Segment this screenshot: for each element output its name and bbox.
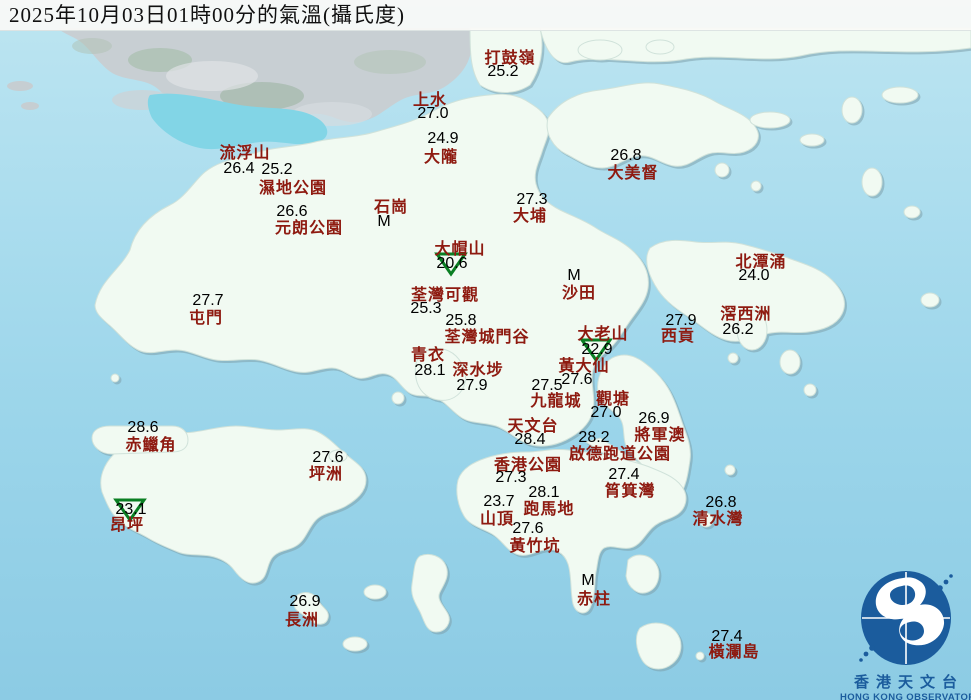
station-temperature: 28.1 — [528, 484, 559, 502]
station-temperature: 28.2 — [578, 429, 609, 447]
station-temperature: 26.9 — [638, 410, 669, 428]
station-labels-layer: 打鼓嶺25.2上水27.0大隴24.9流浮山26.4濕地公園25.2元朗公園26… — [0, 0, 971, 700]
station-temperature: 27.5 — [531, 377, 562, 395]
hko-logo-name-zh: 香港天文台 — [840, 671, 971, 692]
station-temperature: 25.2 — [487, 63, 518, 81]
station-temperature: 26.8 — [610, 147, 641, 165]
station-temperature: 25.2 — [261, 161, 292, 179]
station-temperature: 25.8 — [445, 312, 476, 330]
station-temperature: 25.3 — [410, 300, 441, 318]
station-temperature: M — [377, 213, 390, 231]
temperature-map: 2025年10月03日01時00分的氣溫(攝氏度) 打鼓嶺25.2上水27.0大… — [0, 0, 971, 700]
station-temperature: M — [567, 267, 580, 285]
station-temperature: 27.0 — [417, 105, 448, 123]
hko-logo-icon — [856, 570, 956, 670]
station-temperature: 28.6 — [127, 419, 158, 437]
station-temperature: 26.6 — [276, 203, 307, 221]
station-temperature: 27.7 — [192, 292, 223, 310]
station-temperature: 26.9 — [289, 593, 320, 611]
station-temperature: 27.6 — [312, 449, 343, 467]
station-temperature: 27.4 — [711, 628, 742, 646]
station-temperature: 26.4 — [223, 160, 254, 178]
station-temperature: 27.4 — [608, 466, 639, 484]
station-temperature: 27.6 — [561, 371, 592, 389]
station-temperature: 20.6 — [436, 255, 467, 273]
station-temperature: 28.4 — [514, 431, 545, 449]
map-title: 2025年10月03日01時00分的氣溫(攝氏度) — [0, 0, 971, 31]
station-temperature: 23.1 — [115, 501, 146, 519]
station-temperature: 27.9 — [456, 377, 487, 395]
station-temperature: 24.9 — [427, 130, 458, 148]
station-temperature: 27.0 — [590, 404, 621, 422]
station-temperature: 26.8 — [705, 494, 736, 512]
hko-logo-name-en: HONG KONG OBSERVATORY — [840, 692, 971, 700]
station-temperature: 26.2 — [722, 321, 753, 339]
station-temperature: 22.9 — [581, 341, 612, 359]
station-temperature: 27.6 — [512, 520, 543, 538]
station-temperature: 23.7 — [483, 493, 514, 511]
station-temperature: 28.1 — [414, 362, 445, 380]
station-temperature: 27.9 — [665, 312, 696, 330]
station-temperature: 27.3 — [495, 469, 526, 487]
station-temperature: 24.0 — [738, 267, 769, 285]
station-temperature: M — [581, 572, 594, 590]
station-temperature: 27.3 — [516, 191, 547, 209]
hko-logo: 香港天文台 HONG KONG OBSERVATORY — [840, 570, 971, 700]
